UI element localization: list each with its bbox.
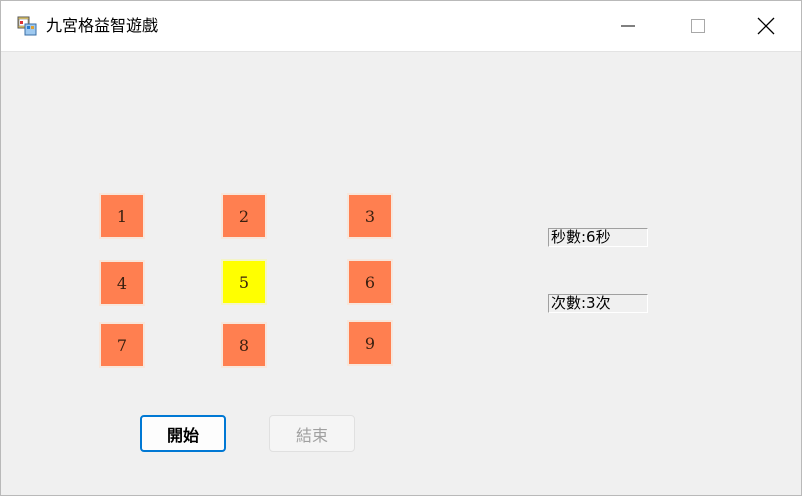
close-icon [757, 17, 775, 35]
seconds-label: 秒數:6秒 [548, 228, 648, 247]
tile-label: 8 [238, 335, 250, 355]
tile-2[interactable]: 2 [221, 193, 267, 239]
app-icon [17, 16, 37, 36]
tile-label: 2 [238, 206, 250, 226]
count-label: 次數:3次 [548, 294, 648, 313]
tile-label: 1 [116, 206, 128, 226]
end-button[interactable]: 結束 [269, 415, 355, 452]
close-button[interactable] [731, 1, 801, 51]
tile-7[interactable]: 7 [99, 322, 145, 368]
maximize-icon [691, 19, 705, 33]
minimize-button[interactable] [593, 1, 663, 51]
tile-label: 5 [238, 272, 250, 292]
tile-label: 4 [116, 273, 128, 293]
tile-6[interactable]: 6 [347, 259, 393, 305]
tile-4[interactable]: 4 [99, 260, 145, 306]
tile-label: 7 [116, 335, 128, 355]
tile-9[interactable]: 9 [347, 320, 393, 366]
title-bar: 九宮格益智遊戲 [1, 1, 801, 52]
maximize-button[interactable] [663, 1, 733, 51]
tile-8[interactable]: 8 [221, 322, 267, 368]
tile-5[interactable]: 5 [221, 259, 267, 305]
tile-1[interactable]: 1 [99, 193, 145, 239]
tile-label: 9 [364, 333, 376, 353]
start-button[interactable]: 開始 [140, 415, 226, 452]
window-title: 九宮格益智遊戲 [46, 16, 159, 35]
tile-label: 3 [364, 206, 376, 226]
minimize-icon [621, 25, 635, 27]
tile-label: 6 [364, 272, 376, 292]
app-window: 九宮格益智遊戲 1 2 3 4 5 6 7 8 9 秒數:6秒 次數:3次 開始… [0, 0, 802, 496]
tile-3[interactable]: 3 [347, 193, 393, 239]
